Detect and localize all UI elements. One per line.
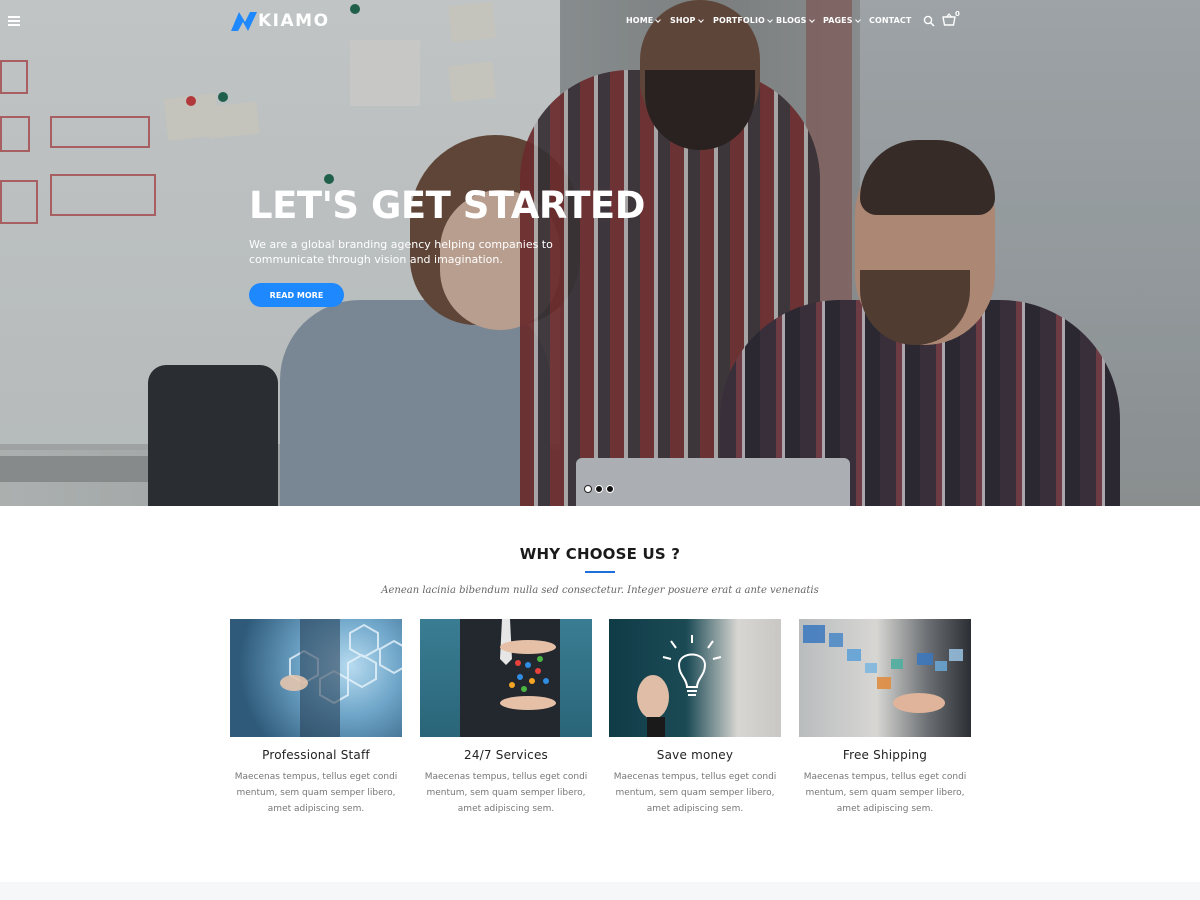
chevron-down-icon — [854, 16, 861, 23]
feature-title: Free Shipping — [842, 748, 928, 762]
feature-image-save-money[interactable] — [609, 619, 781, 737]
feature-image-professional-staff[interactable] — [230, 619, 402, 737]
section-subtitle: Aenean lacinia bibendum nulla sed consec… — [381, 585, 819, 596]
nav-item-blogs[interactable]: BLOGS — [776, 16, 815, 25]
nav-item-label: PORTFOLIO — [713, 16, 765, 25]
feature-text: Maecenas tempus, tellus eget condi mentu… — [424, 772, 588, 814]
nav-item-label: CONTACT — [869, 16, 912, 25]
read-more-button[interactable]: READ MORE — [249, 283, 344, 307]
nav-item-home[interactable]: HOME — [626, 16, 662, 25]
slider-dot-1[interactable] — [584, 485, 592, 493]
logo-mark-icon — [231, 12, 257, 31]
feature-card: 24/7 Services Maecenas tempus, tellus eg… — [420, 619, 592, 817]
logo[interactable]: KIAMO — [230, 10, 330, 32]
nav-item-label: PAGES — [823, 16, 853, 25]
search-icon[interactable] — [923, 15, 935, 27]
feature-title: 24/7 Services — [464, 748, 548, 762]
section-title: WHY CHOOSE US ? — [519, 545, 681, 563]
people-network-graphic — [460, 619, 560, 737]
feature-text: Maecenas tempus, tellus eget condi mentu… — [803, 772, 967, 814]
hero-text: We are a global branding agency helping … — [249, 238, 553, 266]
floating-screens-graphic — [803, 625, 963, 713]
hamburger-icon[interactable] — [8, 16, 20, 26]
feature-image-24-7-services[interactable] — [420, 619, 592, 737]
feature-card: Save money Maecenas tempus, tellus eget … — [609, 619, 781, 817]
next-section-band — [0, 882, 1200, 900]
cart-icon[interactable] — [942, 13, 956, 27]
hero-title: LET'S GET STARTED — [249, 184, 645, 227]
chevron-down-icon — [767, 16, 773, 23]
feature-text: Maecenas tempus, tellus eget condi mentu… — [613, 772, 777, 814]
nav-item-portfolio[interactable]: PORTFOLIO — [713, 16, 773, 25]
nav-item-label: SHOP — [670, 16, 696, 25]
nav-item-shop[interactable]: SHOP — [670, 16, 704, 25]
hexagon-graphic — [280, 619, 402, 737]
slider-dot-2[interactable] — [595, 485, 603, 493]
chevron-down-icon — [655, 16, 662, 23]
section-divider — [585, 571, 615, 573]
feature-image-free-shipping[interactable] — [799, 619, 971, 737]
chevron-down-icon — [808, 16, 815, 23]
lightbulb-icon — [637, 635, 722, 737]
site-header: KIAMO HOME SHOP PORTFOLIO BLOGS PAGES CO… — [0, 0, 1200, 42]
cart-count-badge: 0 — [955, 10, 960, 18]
chevron-down-icon — [697, 16, 704, 23]
feature-text: Maecenas tempus, tellus eget condi mentu… — [234, 772, 398, 814]
nav-item-label: BLOGS — [776, 16, 807, 25]
feature-title: Professional Staff — [262, 748, 370, 762]
feature-card: Free Shipping Maecenas tempus, tellus eg… — [799, 619, 971, 817]
feature-card: Professional Staff Maecenas tempus, tell… — [230, 619, 402, 817]
slider-dot-3[interactable] — [606, 485, 614, 493]
nav-item-pages[interactable]: PAGES — [823, 16, 861, 25]
nav-item-label: HOME — [626, 16, 654, 25]
slider-dots — [584, 485, 614, 493]
feature-title: Save money — [656, 748, 734, 762]
nav-item-contact[interactable]: CONTACT — [869, 16, 911, 25]
logo-text: KIAMO — [258, 11, 330, 31]
